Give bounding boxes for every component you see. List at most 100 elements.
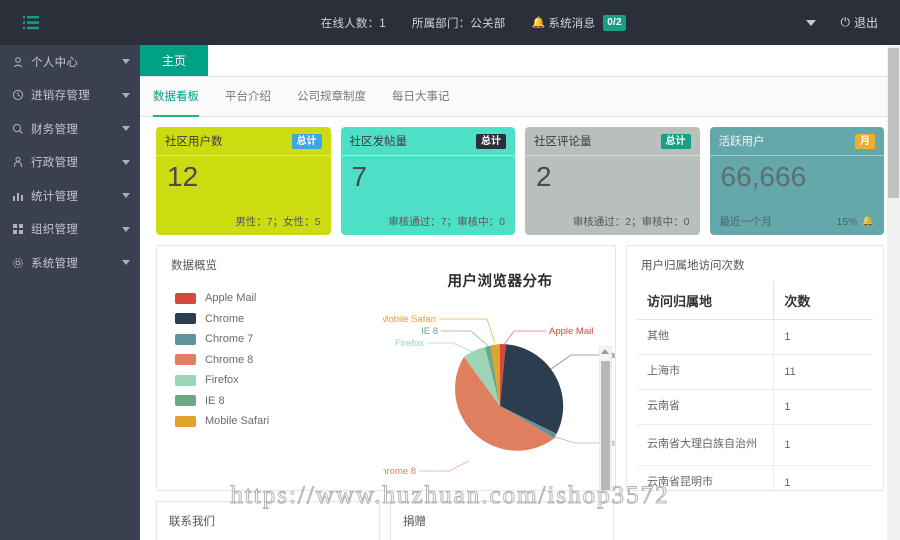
pie-label-mobile-safari: Mobile Safari <box>383 314 436 325</box>
card-header: 社区评论量 总计 <box>525 127 700 156</box>
sidebar-item-personal-center[interactable]: 个人中心 <box>0 45 140 79</box>
card-footer: 男性：7；女性：5 <box>166 214 321 229</box>
tab-dashboard[interactable]: 数据看板 <box>153 77 199 117</box>
cell-count: 1 <box>773 424 873 466</box>
region-visits-panel: 用户归属地访问次数 访问归属地 次数 其他 1 上海市 11 云南省 1 云南省… <box>626 245 884 491</box>
legend-label: Chrome <box>205 312 245 325</box>
legend-swatch <box>175 374 196 386</box>
status-badge: 月 <box>855 133 875 149</box>
sidebar-item-system[interactable]: 系统管理 <box>0 246 140 280</box>
status-badge: 总计 <box>291 133 322 149</box>
legend-label: Chrome 7 <box>205 333 254 346</box>
page-scrollbar-thumb[interactable] <box>888 48 899 198</box>
tab-company-rules[interactable]: 公司规章制度 <box>297 77 366 117</box>
tab-platform-intro[interactable]: 平台介绍 <box>225 77 271 117</box>
card-value: 7 <box>351 161 368 192</box>
header-center-info: 在线人数：1 所属部门：公关部 🔔 系统消息 0/2 <box>140 14 806 31</box>
browser-pie-chart: 用户浏览器分布 Apple Mail rome 8 Firefox IE 8 M… <box>374 264 615 490</box>
sidebar-item-inventory[interactable]: 进销存管理 <box>0 79 140 113</box>
chevron-down-icon <box>122 126 130 132</box>
card-value: 12 <box>167 161 199 192</box>
tab-daily-events[interactable]: 每日大事记 <box>392 77 450 117</box>
card-footer-percent: 15% <box>836 215 858 228</box>
donation-panel: 捐赠 <box>390 501 614 540</box>
card-title: 社区用户数 <box>165 136 223 148</box>
cell-count: 1 <box>773 465 873 490</box>
table-row[interactable]: 云南省昆明市 1 <box>637 465 873 490</box>
chart-title: 用户浏览器分布 <box>447 274 553 290</box>
inner-scrollbar-thumb[interactable] <box>601 361 610 490</box>
stat-card-community-users: 社区用户数 总计 12 男性：7；女性：5 <box>156 127 331 235</box>
card-footer: 审核通过：2；审核中：0 <box>535 214 690 229</box>
stat-cards-row: 社区用户数 总计 12 男性：7；女性：5 社区发帖量 总计 7 审核通过：7；… <box>156 127 884 235</box>
pie-label-apple-mail: Apple Mail <box>549 326 593 337</box>
legend-item[interactable]: Firefox <box>175 370 269 391</box>
card-header: 社区发帖量 总计 <box>340 127 515 156</box>
card-header: 社区用户数 总计 <box>156 127 331 156</box>
table-row[interactable]: 上海市 11 <box>637 354 873 390</box>
bell-icon: 🔔 <box>531 17 546 29</box>
sidebar-item-finance[interactable]: 财务管理 <box>0 112 140 146</box>
footer-panels-row: 联系我们 捐赠 <box>156 501 884 540</box>
chevron-down-icon[interactable] <box>806 19 817 26</box>
cell-region: 其他 <box>637 319 775 355</box>
chevron-down-icon <box>122 92 130 98</box>
online-count: 在线人数：1 <box>320 17 386 30</box>
stat-card-community-comments: 社区评论量 总计 2 审核通过：2；审核中：0 <box>525 127 700 235</box>
table-row[interactable]: 云南省大理白族自治州 1 <box>637 424 873 466</box>
main-content-area: 主页 数据看板 平台介绍 公司规章制度 每日大事记 社区用户数 总计 12 男性… <box>140 45 900 540</box>
pie-label-ie8: IE 8 <box>421 326 438 337</box>
legend-item[interactable]: Chrome <box>175 309 269 330</box>
stat-card-community-posts: 社区发帖量 总计 7 审核通过：7；审核中：0 <box>340 127 515 235</box>
system-messages-label: 系统消息 <box>548 17 596 30</box>
logout-label: 退出 <box>853 16 878 30</box>
sidebar-item-organization[interactable]: 组织管理 <box>0 213 140 247</box>
legend-item[interactable]: Chrome 7 <box>175 329 269 350</box>
data-overview-panel: 数据概览 Apple Mail Chrome Chrome 7 Chrome 8… <box>156 245 616 491</box>
logout-button[interactable]: ⏻ 退出 <box>840 14 878 31</box>
clock-icon <box>12 89 28 101</box>
scroll-up-arrow[interactable] <box>601 349 609 354</box>
header-right-actions: ⏻ 退出 <box>806 14 900 31</box>
legend-swatch <box>175 354 196 366</box>
card-title: 社区发帖量 <box>349 136 408 148</box>
legend-swatch <box>175 395 196 407</box>
legend-swatch <box>175 313 196 325</box>
status-badge: 总计 <box>476 133 506 149</box>
panels-row: 数据概览 Apple Mail Chrome Chrome 7 Chrome 8… <box>156 245 884 491</box>
legend-item[interactable]: Chrome 8 <box>175 350 269 371</box>
table-row[interactable]: 云南省 1 <box>637 389 873 425</box>
window-tab-bar: 主页 <box>140 45 900 77</box>
legend-label: Apple Mail <box>205 292 257 305</box>
legend-swatch <box>175 333 196 345</box>
cell-count: 1 <box>773 319 873 355</box>
system-messages-link[interactable]: 🔔 系统消息 0/2 <box>531 14 626 31</box>
list-menu-icon[interactable] <box>14 0 48 45</box>
region-table-wrap: 访问归属地 次数 其他 1 上海市 11 云南省 1 云南省大理白族自治州 1 … <box>627 282 883 490</box>
sidebar-label: 个人中心 <box>31 56 79 69</box>
bar-chart-icon <box>12 190 28 202</box>
cell-region: 云南省 <box>637 389 775 425</box>
contact-us-panel: 联系我们 <box>156 501 380 540</box>
panel-title: 用户归属地访问次数 <box>641 260 745 272</box>
legend-item[interactable]: IE 8 <box>175 391 269 412</box>
legend-item[interactable]: Apple Mail <box>175 288 269 309</box>
table-row[interactable]: 其他 1 <box>637 319 873 355</box>
pie-svg: Apple Mail Chrome Chrome 7 Chrome 8 Fire… <box>374 314 615 477</box>
sidebar-item-administration[interactable]: 行政管理 <box>0 146 140 180</box>
sidebar-item-statistics[interactable]: 统计管理 <box>0 179 140 213</box>
app-root: 在线人数：1 所属部门：公关部 🔔 系统消息 0/2 ⏻ 退出 个人中心 进销存… <box>0 0 900 540</box>
sidebar-label: 财务管理 <box>31 123 79 136</box>
tab-home[interactable]: 主页 <box>140 45 209 76</box>
card-footer-text: 男性：7；女性：5 <box>235 216 321 228</box>
pie-label-firefox: Firefox <box>395 338 424 349</box>
panel-title: 联系我们 <box>169 516 215 528</box>
sidebar-label: 统计管理 <box>31 190 79 203</box>
logo-zone <box>0 0 140 45</box>
chevron-down-icon <box>122 159 130 165</box>
legend-item[interactable]: Mobile Safari <box>175 411 269 432</box>
bell-icon: 🔔 <box>861 216 874 227</box>
card-title: 社区评论量 <box>534 136 592 148</box>
panel-title: 捐赠 <box>403 516 426 528</box>
sidebar-label: 进销存管理 <box>31 90 90 103</box>
